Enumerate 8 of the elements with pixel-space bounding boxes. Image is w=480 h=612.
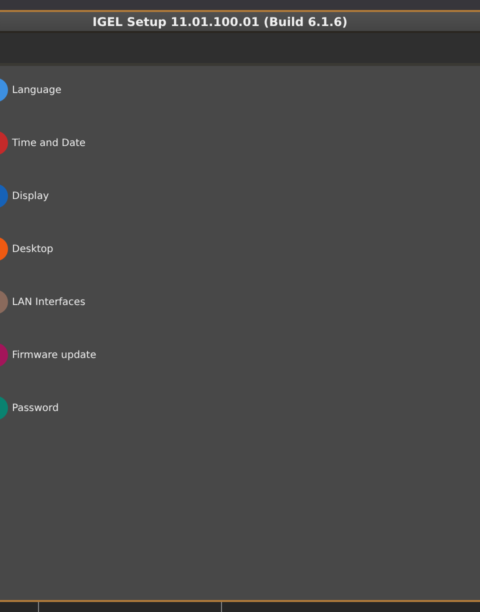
menu-item[interactable]: Password: [0, 396, 152, 420]
menu-item[interactable]: LAN Interfaces: [0, 290, 152, 314]
menu-item[interactable]: Language: [0, 78, 152, 102]
menu-item[interactable]: Firmware update: [0, 343, 152, 367]
menu-item[interactable]: Time and Date: [0, 131, 152, 155]
menu-item[interactable]: Display: [0, 184, 152, 208]
menu-item[interactable]: Desktop: [0, 237, 152, 261]
window-title: IGEL Setup 11.01.100.01 (Build 6.1.6): [92, 14, 348, 28]
